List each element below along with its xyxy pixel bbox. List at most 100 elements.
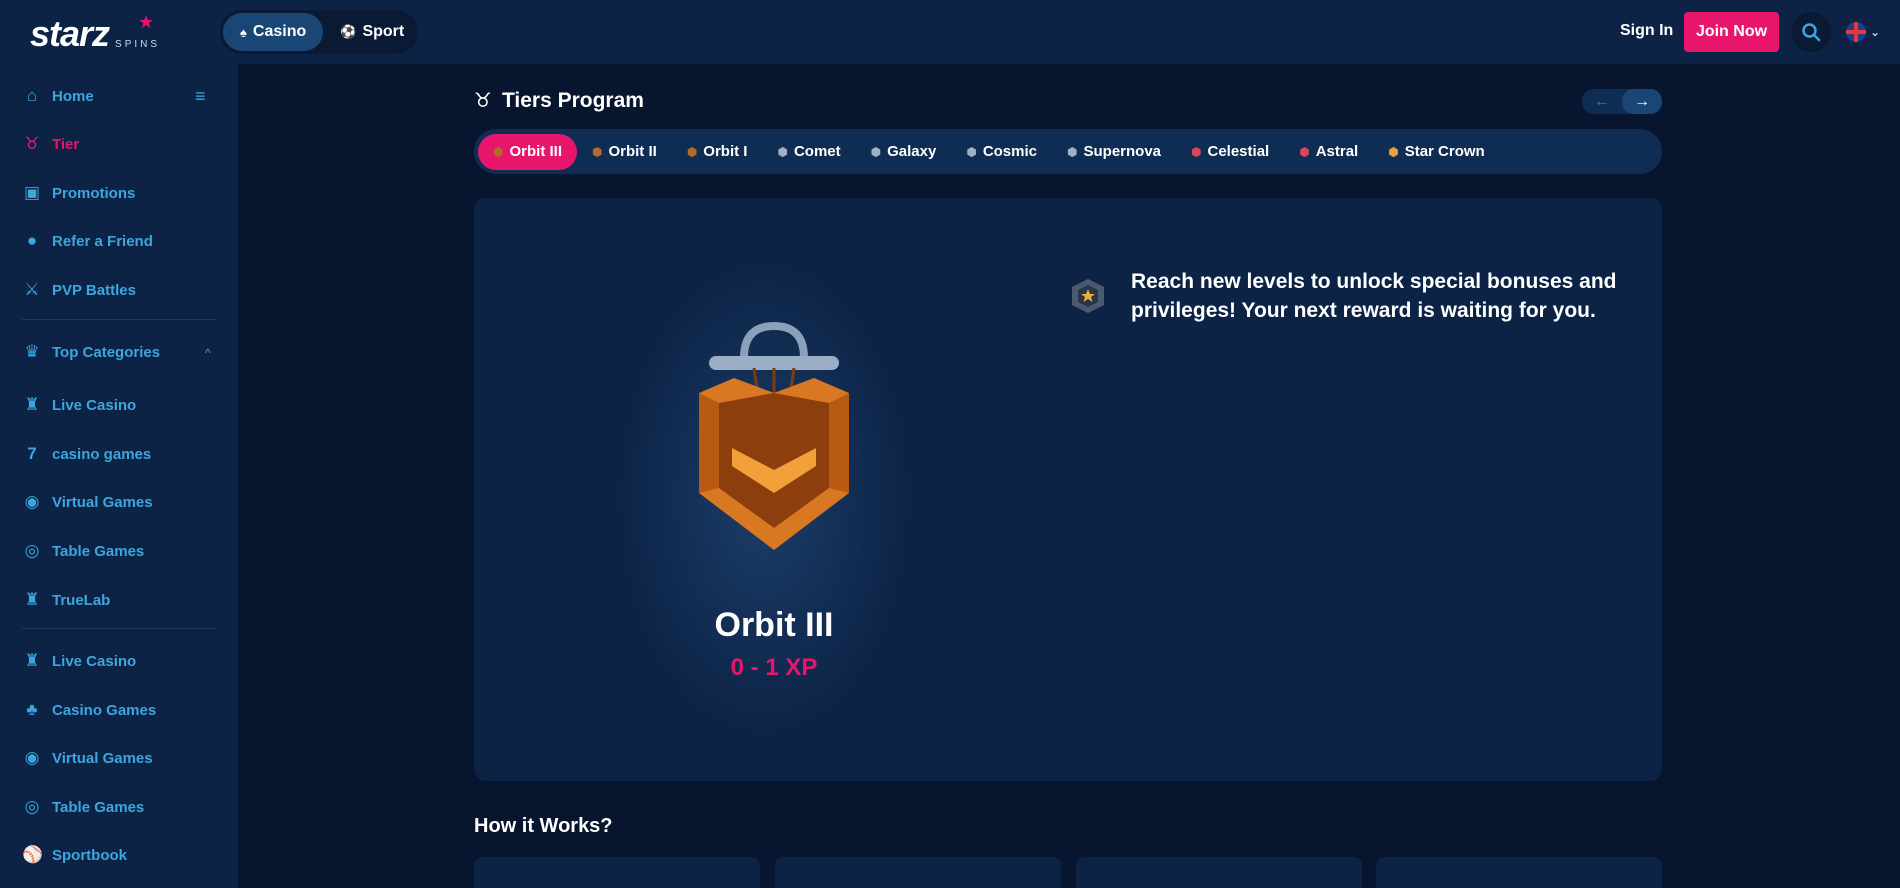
- search-icon: [1802, 23, 1821, 42]
- join-now-button[interactable]: Join Now: [1684, 12, 1779, 52]
- next-arrow-button[interactable]: →: [1622, 89, 1662, 114]
- tier-icon: ♉: [24, 134, 40, 153]
- tab-label: Cosmic: [982, 143, 1037, 160]
- sidebar-divider: [22, 628, 217, 629]
- tab-astral[interactable]: ⬢ Astral: [1284, 134, 1373, 170]
- swords-icon: ⚔: [24, 280, 40, 299]
- casino-tab[interactable]: ♠ Casino: [223, 13, 324, 51]
- page-title-row: ♉ Tiers Program: [474, 88, 644, 113]
- tab-orbit-iii[interactable]: ⬢ Orbit III: [478, 133, 577, 170]
- sidebar-collapse-icon[interactable]: ≡: [195, 86, 206, 107]
- chevron-up-icon[interactable]: ^: [205, 346, 211, 360]
- bronze-badge-icon: ⬢: [686, 144, 698, 159]
- sidebar-item-tier[interactable]: ♉ Tier: [22, 132, 79, 156]
- tab-cosmic[interactable]: ⬢ Cosmic: [951, 134, 1052, 170]
- logo-text: starz: [30, 13, 110, 54]
- tab-label: Orbit I: [703, 143, 748, 160]
- product-switch: ♠ Casino ⚽ Sport: [220, 10, 418, 54]
- sidebar-divider: [22, 319, 217, 320]
- language-selector[interactable]: ⌄: [1846, 22, 1880, 42]
- sidebar-item-promotions[interactable]: ▣ Promotions: [22, 181, 135, 205]
- sidebar-item-pvp[interactable]: ⚔ PVP Battles: [22, 278, 136, 302]
- silver-badge-icon: ⬢: [777, 144, 788, 159]
- sidebar-item-casino-games-2[interactable]: ♣ Casino Games: [22, 698, 156, 722]
- sidebar-item-label: Table Games: [52, 542, 145, 560]
- users-icon: ●: [26, 231, 38, 250]
- how-it-works-card: [775, 857, 1061, 888]
- tab-celestial[interactable]: ⬢ Celestial: [1176, 134, 1284, 170]
- sidebar-item-label: Virtual Games: [52, 493, 153, 511]
- reward-badge-icon: [1072, 279, 1104, 313]
- sidebar-item-live-casino[interactable]: ♜ Live Casino: [22, 393, 136, 417]
- sidebar-item-table-games-2[interactable]: ◎ Table Games: [22, 795, 145, 819]
- table-icon: ◎: [24, 797, 40, 816]
- sidebar-item-truelab[interactable]: ♜ TrueLab: [22, 588, 110, 612]
- sidebar-item-home[interactable]: ⌂ Home: [22, 84, 94, 108]
- sidebar-item-refer[interactable]: ● Refer a Friend: [22, 229, 153, 253]
- sidebar-item-label: TrueLab: [52, 591, 111, 609]
- sidebar-item-casino-games[interactable]: 7 casino games: [22, 442, 151, 466]
- tab-orbit-i[interactable]: ⬢ Orbit I: [672, 134, 763, 170]
- live-casino-icon: ♜: [24, 395, 40, 414]
- sidebar-item-label: Sportbook: [52, 846, 127, 864]
- tier-name: Orbit III: [714, 606, 834, 644]
- red-badge-icon: ⬢: [1191, 144, 1202, 159]
- sign-in-link[interactable]: Sign In: [1620, 22, 1673, 40]
- sidebar-item-label: Home: [52, 87, 94, 105]
- top-categories-label: Top Categories: [52, 343, 161, 361]
- tab-label: Orbit II: [608, 143, 657, 160]
- sidebar-item-virtual-games-2[interactable]: ◉ Virtual Games: [22, 746, 153, 770]
- truelab-icon: ♜: [24, 590, 40, 609]
- sidebar-item-table-games[interactable]: ◎ Table Games: [22, 539, 145, 563]
- tab-label: Orbit III: [509, 143, 562, 160]
- gift-icon: ▣: [23, 183, 41, 202]
- sidebar-item-label: Live Casino: [52, 652, 137, 670]
- tab-label: Galaxy: [887, 143, 937, 160]
- how-it-works-card: [474, 857, 760, 888]
- medal-icon: ♉: [474, 90, 492, 112]
- silver-badge-icon: ⬢: [870, 144, 882, 159]
- sidebar-item-label: Promotions: [52, 184, 136, 202]
- sidebar-item-label: Casino Games: [52, 701, 157, 719]
- search-button[interactable]: [1791, 12, 1831, 52]
- site-logo[interactable]: starz ★ SPINS: [30, 12, 180, 52]
- sport-tab-label: Sport: [362, 23, 405, 40]
- casino-tab-label: Casino: [252, 23, 307, 40]
- table-icon: ◎: [24, 541, 40, 560]
- silver-badge-icon: ⬢: [1067, 144, 1078, 159]
- live-casino-icon: ♜: [24, 651, 40, 670]
- seven-icon: 7: [27, 444, 37, 463]
- reward-description: Reach new levels to unlock special bonus…: [1131, 270, 1617, 322]
- cherry-icon: ♣: [26, 700, 38, 719]
- orbit-badge-icon: [699, 321, 849, 550]
- sidebar-item-label: casino games: [52, 445, 152, 463]
- page-title: Tiers Program: [501, 88, 644, 112]
- sidebar-item-label: Table Games: [52, 798, 145, 816]
- tab-label: Astral: [1315, 143, 1359, 160]
- logo-subtext: SPINS: [115, 39, 161, 50]
- sport-tab[interactable]: ⚽ Sport: [323, 13, 421, 51]
- sidebar-item-virtual-games[interactable]: ◉ Virtual Games: [22, 490, 153, 514]
- sidebar-item-sportbook[interactable]: ⚾ Sportbook: [22, 843, 127, 867]
- tab-comet[interactable]: ⬢ Comet: [762, 134, 855, 170]
- prev-arrow-button[interactable]: ←: [1582, 89, 1622, 114]
- crown-badge-icon: ⬢: [1388, 144, 1399, 159]
- sidebar-item-live-casino-2[interactable]: ♜ Live Casino: [22, 649, 136, 673]
- home-icon: ⌂: [26, 86, 38, 105]
- sidebar-item-label: Virtual Games: [52, 749, 153, 767]
- tab-galaxy[interactable]: ⬢ Galaxy: [856, 134, 952, 170]
- sidebar: ≡ ⌂ Home ♉ Tier ▣ Promotions ● Refer a F…: [0, 64, 238, 888]
- top-header: starz ★ SPINS ♠ Casino ⚽ Sport Sign In J…: [0, 0, 1900, 64]
- sidebar-item-label: Refer a Friend: [52, 232, 153, 250]
- sidebar-top-categories[interactable]: ♛ Top Categories: [22, 340, 160, 364]
- sidebar-item-label: Live Casino: [52, 396, 137, 414]
- silver-badge-icon: ⬢: [966, 144, 977, 159]
- how-it-works-card: [1376, 857, 1662, 888]
- tab-label: Comet: [793, 143, 841, 160]
- tab-supernova[interactable]: ⬢ Supernova: [1052, 134, 1176, 170]
- tab-star-crown[interactable]: ⬢ Star Crown: [1373, 134, 1500, 170]
- tier-nav-arrows: ← →: [1582, 89, 1662, 114]
- tab-orbit-ii[interactable]: ⬢ Orbit II: [577, 134, 672, 170]
- gamepad-icon: ◉: [24, 748, 40, 767]
- uk-flag-icon: [1846, 22, 1866, 42]
